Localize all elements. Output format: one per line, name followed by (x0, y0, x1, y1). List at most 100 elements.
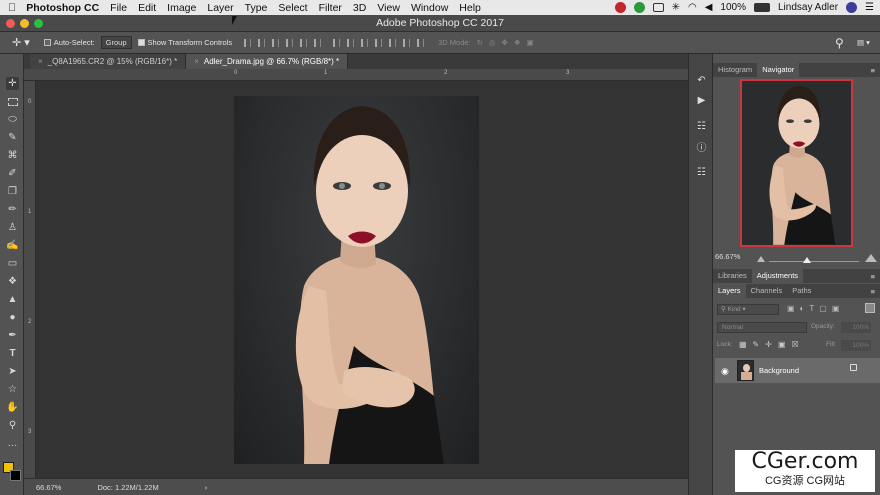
more-tools-icon[interactable]: … (6, 437, 19, 450)
tab-q8a1965[interactable]: × _Q8A1965.CR2 @ 15% (RGB/16*) * (30, 54, 187, 69)
lock-icons[interactable]: ▦✎✛▣☒ (739, 340, 805, 349)
ruler-horizontal[interactable]: 0 1 2 3 (24, 69, 688, 81)
menu-image[interactable]: Image (167, 2, 196, 14)
tab-adjustments[interactable]: Adjustments (751, 269, 804, 283)
marquee-tool-icon[interactable] (6, 95, 19, 108)
actions-panel-icon[interactable]: ▶ (695, 94, 708, 107)
close-tab-icon[interactable]: × (194, 57, 199, 66)
navigator-thumbnail[interactable] (740, 79, 853, 247)
creative-cloud-icon[interactable] (614, 2, 626, 13)
blur-tool-icon[interactable]: ▲ (6, 293, 19, 306)
layer-lock-icon[interactable] (850, 364, 857, 371)
menu-window[interactable]: Window (411, 2, 448, 14)
panel-menu-icon[interactable]: ≡ (871, 272, 875, 281)
menu-file[interactable]: File (110, 2, 127, 14)
paint-bucket-tool-icon[interactable]: ❖ (6, 275, 19, 288)
hand-tool-icon[interactable]: ✋ (6, 401, 19, 414)
zoom-level[interactable]: 66.67% (36, 483, 61, 492)
filter-toggle[interactable] (865, 303, 875, 313)
layer-filter-dropdown[interactable]: ⚲ Kind ▾ (717, 304, 779, 315)
move-tool-preset-icon[interactable]: ✛ ▾ (12, 36, 30, 49)
bluetooth-icon[interactable]: ✳ (672, 2, 680, 13)
workspace-icon[interactable]: ▤ ▾ (857, 38, 870, 47)
sync-icon[interactable] (633, 2, 645, 13)
menu-type[interactable]: Type (245, 2, 268, 14)
layer-filter-icons[interactable]: ▣◐T▢▣ (787, 304, 844, 313)
maximize-window-icon[interactable] (34, 19, 43, 28)
distribute-vcenter-icon[interactable] (347, 38, 355, 47)
tab-channels[interactable]: Channels (746, 284, 788, 298)
status-menu-arrow[interactable]: › (205, 483, 208, 492)
align-hcenter-icon[interactable] (300, 38, 308, 47)
background-color-swatch[interactable] (10, 470, 21, 481)
auto-select-dropdown[interactable]: Group (100, 36, 132, 49)
close-window-icon[interactable] (6, 19, 15, 28)
distribute-top-icon[interactable] (333, 38, 341, 47)
layer-row-background[interactable]: ◉ Background (715, 358, 880, 383)
menu-edit[interactable]: Edit (138, 2, 156, 14)
navigator-zoom-value[interactable]: 66.67% (715, 252, 740, 261)
3d-roll-icon[interactable]: ◎ (489, 38, 496, 47)
tab-adler-drama[interactable]: × Adler_Drama.jpg @ 66.7% (RGB/8*) * (186, 54, 349, 69)
menu-app-name[interactable]: Photoshop CC (26, 2, 99, 14)
distribute-bottom-icon[interactable] (361, 38, 369, 47)
panel-menu-icon[interactable]: ≡ (871, 287, 875, 296)
dodge-tool-icon[interactable]: ● (6, 311, 19, 324)
tab-paths[interactable]: Paths (787, 284, 816, 298)
notifications-icon[interactable]: ☰ (865, 2, 874, 13)
menu-layer[interactable]: Layer (207, 2, 233, 14)
crop-tool-icon[interactable]: ⌘ (6, 149, 19, 162)
align-top-icon[interactable] (244, 38, 252, 47)
menu-select[interactable]: Select (278, 2, 307, 14)
clone-stamp-tool-icon[interactable]: ♙ (6, 221, 19, 234)
volume-icon[interactable]: ◀ (705, 2, 713, 13)
tab-navigator[interactable]: Navigator (757, 63, 800, 77)
align-right-icon[interactable] (314, 38, 322, 47)
search-icon[interactable]: ⚲ (835, 36, 844, 50)
zoom-tool-icon[interactable]: ⚲ (6, 419, 19, 432)
3d-pan-icon[interactable]: ✥ (502, 38, 508, 47)
3d-scale-icon[interactable]: ▣ (527, 38, 534, 47)
menu-help[interactable]: Help (459, 2, 481, 14)
eyedropper-tool-icon[interactable]: ✐ (6, 167, 19, 180)
brush-tool-icon[interactable]: ✏ (6, 203, 19, 216)
tab-libraries[interactable]: Libraries (713, 269, 752, 283)
document-image[interactable] (234, 96, 479, 464)
eraser-tool-icon[interactable]: ▭ (6, 257, 19, 270)
fill-field[interactable]: 100% (841, 340, 871, 351)
pen-tool-icon[interactable]: ✒ (6, 329, 19, 342)
zoom-slider[interactable] (769, 261, 859, 262)
menu-3d[interactable]: 3D (353, 2, 366, 14)
panel-menu-icon[interactable]: ≡ (871, 66, 875, 75)
zoom-out-icon[interactable] (757, 256, 765, 262)
minimize-window-icon[interactable] (20, 19, 29, 28)
align-left-icon[interactable] (286, 38, 294, 47)
opacity-field[interactable]: 100% (841, 322, 871, 333)
character-panel-icon[interactable]: ☷ (695, 166, 708, 179)
distribute-left-icon[interactable] (375, 38, 383, 47)
close-tab-icon[interactable]: × (38, 57, 43, 66)
history-brush-tool-icon[interactable]: ✍ (6, 239, 19, 252)
shape-tool-icon[interactable]: ☆ (6, 383, 19, 396)
display-icon[interactable] (652, 3, 664, 12)
tab-histogram[interactable]: Histogram (713, 63, 757, 77)
zoom-in-icon[interactable] (865, 254, 877, 262)
menu-filter[interactable]: Filter (319, 2, 342, 14)
distribute-right-icon[interactable] (403, 38, 411, 47)
distribute-hcenter-icon[interactable] (389, 38, 397, 47)
user-name[interactable]: Lindsay Adler (778, 2, 838, 13)
ruler-vertical[interactable]: 0 1 2 3 (24, 81, 36, 478)
info-panel-icon[interactable]: ⓘ (695, 140, 708, 154)
align-bottom-icon[interactable] (272, 38, 280, 47)
zoom-slider-thumb[interactable] (803, 257, 811, 263)
history-panel-icon[interactable]: ↶ (695, 74, 708, 87)
quick-selection-tool-icon[interactable]: ✎ (6, 131, 19, 144)
3d-orbit-icon[interactable]: ↻ (477, 38, 483, 47)
siri-icon[interactable] (846, 2, 858, 13)
lasso-tool-icon[interactable]: ⬭ (6, 113, 19, 126)
path-selection-tool-icon[interactable]: ➤ (6, 365, 19, 378)
3d-slide-icon[interactable]: ❖ (514, 38, 521, 47)
wifi-icon[interactable]: ◠ (688, 2, 697, 13)
apple-menu-icon[interactable]:  (8, 2, 16, 14)
auto-select-checkbox[interactable]: Auto-Select: (43, 38, 95, 47)
